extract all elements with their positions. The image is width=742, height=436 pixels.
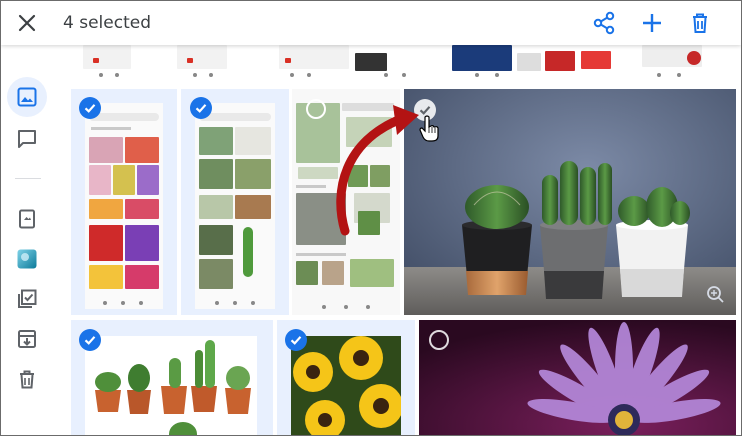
selected-check-icon[interactable] <box>79 329 101 351</box>
close-icon[interactable] <box>15 11 39 35</box>
photo-cactus-pots[interactable] <box>404 89 736 315</box>
photo-phone-flowers[interactable] <box>71 89 177 315</box>
photo-purple-flower[interactable] <box>419 320 736 435</box>
sidebar-item-trash[interactable] <box>7 359 47 399</box>
photos-icon <box>17 87 37 107</box>
sidebar-item-albums[interactable] <box>7 199 47 239</box>
selected-count: 4 selected <box>63 13 151 33</box>
scrolled-photo-row <box>57 45 741 79</box>
sharing-icon <box>18 130 36 148</box>
selected-check-icon[interactable] <box>79 97 101 119</box>
albums-icon <box>19 209 35 229</box>
sidebar-item-archive[interactable] <box>7 319 47 359</box>
app-window: 4 selected <box>0 0 742 436</box>
hand-cursor-icon <box>419 115 439 142</box>
trash-icon <box>20 370 34 389</box>
selection-toolbar: 4 selected <box>1 1 741 45</box>
utilities-icon <box>18 289 37 308</box>
photo-cacti-white[interactable] <box>71 320 273 435</box>
unselected-circle-icon[interactable] <box>306 99 326 119</box>
assistant-icon <box>17 249 37 269</box>
photo-phone-cacti[interactable] <box>181 89 289 315</box>
purple-flower-image <box>419 320 736 435</box>
yellow-flowers-image <box>291 336 401 435</box>
sidebar-item-photos[interactable] <box>7 77 47 117</box>
cactus-pots-image <box>404 89 736 315</box>
add-icon[interactable] <box>639 10 665 36</box>
sidebar-item-assistant[interactable] <box>7 239 47 279</box>
selected-check-icon[interactable] <box>285 329 307 351</box>
photo-yellow-flowers[interactable] <box>277 320 415 435</box>
red-arrow-annotation <box>336 105 419 236</box>
sidebar-item-utilities[interactable] <box>7 279 47 319</box>
selected-check-icon[interactable] <box>190 97 212 119</box>
sidebar-divider <box>15 178 41 179</box>
unselected-circle-icon[interactable] <box>429 330 449 350</box>
sidebar-item-sharing[interactable] <box>7 119 47 159</box>
share-icon[interactable] <box>591 10 617 36</box>
sidebar <box>1 45 57 435</box>
cacti-white-image <box>85 336 257 435</box>
trash-icon[interactable] <box>687 10 713 36</box>
archive-icon <box>18 330 36 348</box>
